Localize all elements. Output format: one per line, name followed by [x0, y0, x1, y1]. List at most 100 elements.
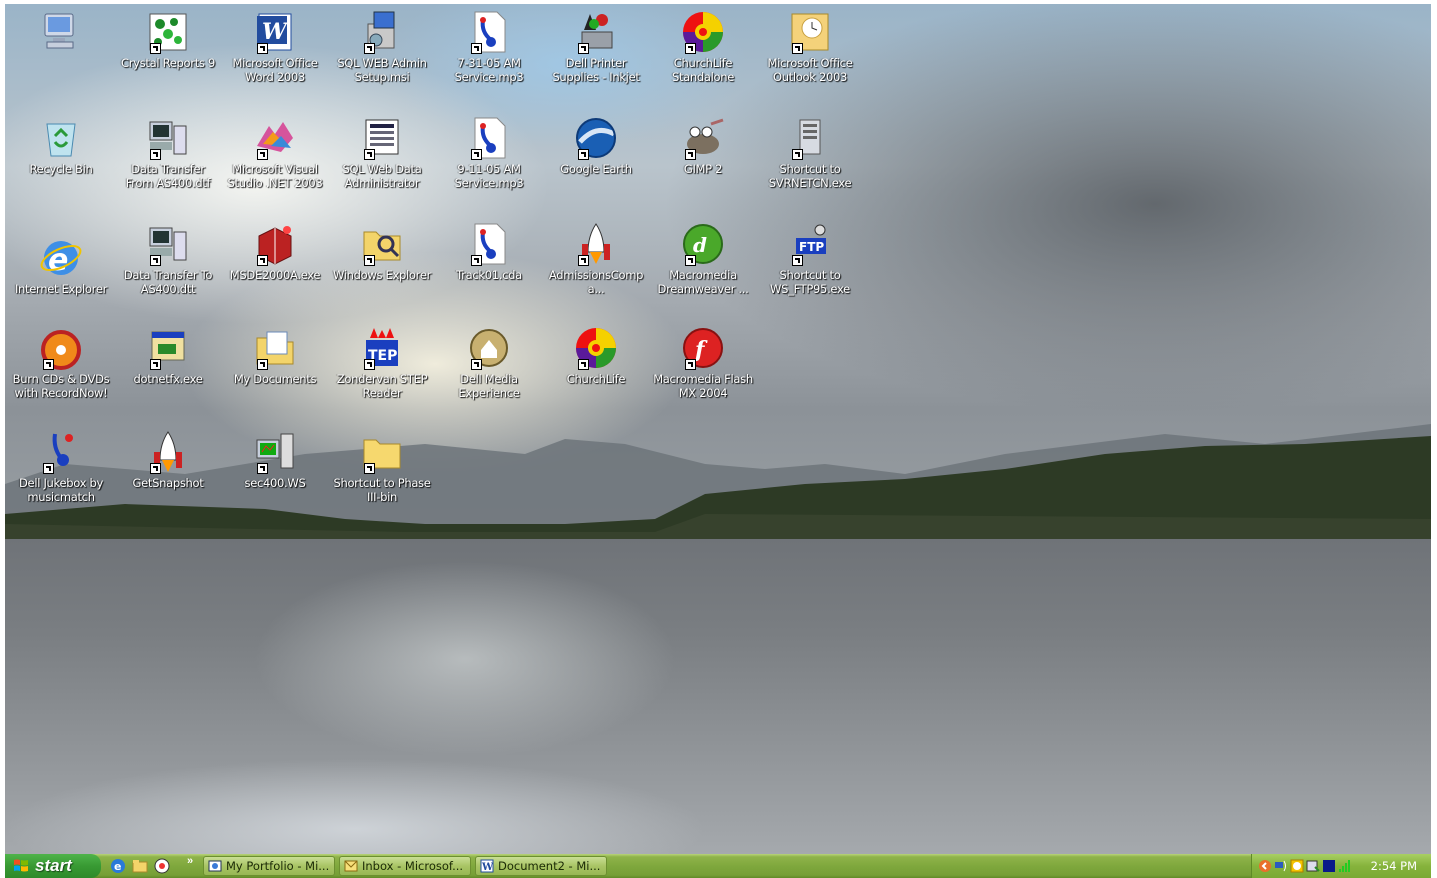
ftp-icon: FTP: [788, 222, 832, 266]
svg-text:e: e: [114, 860, 121, 873]
desktop-icon[interactable]: My Documents: [223, 326, 327, 386]
task-inbox[interactable]: Inbox - Microsof...: [339, 856, 471, 876]
desktop-icon[interactable]: d Macromedia Dreamweaver ...: [651, 222, 755, 296]
dreamweaver-icon: d: [681, 222, 725, 266]
installer-icon: [360, 10, 404, 54]
desktop-icon[interactable]: Microsoft Office Outlook 2003: [758, 10, 862, 84]
shortcut-arrow-icon: [257, 43, 268, 54]
desktop-icon-label: MSDE2000A.exe: [229, 268, 321, 282]
shortcut-arrow-icon: [578, 359, 589, 370]
desktop-icon[interactable]: Burn CDs & DVDs with RecordNow!: [9, 326, 113, 400]
desktop-icon[interactable]: Windows Explorer: [330, 222, 434, 282]
rocket-icon: [146, 430, 190, 474]
desktop-icon[interactable]: Dell Printer Supplies - Inkjet: [544, 10, 648, 84]
display-icon[interactable]: [1322, 858, 1336, 874]
rocket-icon: [574, 222, 618, 266]
visual-studio-icon: [253, 116, 297, 160]
desktop-icon[interactable]: dotnetfx.exe: [116, 326, 220, 386]
desktop-icon-label: Dell Printer Supplies - Inkjet: [552, 56, 640, 84]
shortcut-arrow-icon: [471, 359, 482, 370]
desktop-icon[interactable]: MSDE2000A.exe: [223, 222, 327, 282]
cd-audio-icon: [467, 222, 511, 266]
shortcut-arrow-icon: [685, 43, 696, 54]
shortcut-arrow-icon: [471, 149, 482, 160]
desktop-icon[interactable]: e Internet Explorer: [9, 236, 113, 296]
task-my-portfolio[interactable]: My Portfolio - Mi...: [203, 856, 335, 876]
desktop-icon[interactable]: Dell Media Experience: [437, 326, 541, 400]
desktop-icon[interactable]: 9-11-05 AM Service.mp3: [437, 116, 541, 190]
outlook-icon: [788, 10, 832, 54]
shortcut-arrow-icon: [43, 463, 54, 474]
desktop-icon[interactable]: Recycle Bin: [9, 116, 113, 176]
desktop-icon[interactable]: SQL WEB Admin Setup.msi: [330, 10, 434, 84]
shortcut-arrow-icon: [685, 255, 696, 266]
recordnow-icon: [39, 326, 83, 370]
desktop-icon[interactable]: sec400.WS: [223, 430, 327, 490]
shortcut-arrow-icon: [364, 463, 375, 474]
desktop-icon[interactable]: ChurchLife Standalone: [651, 10, 755, 84]
desktop-icon-label: Dell Media Experience: [458, 372, 520, 400]
desktop-icon-label: ChurchLife Standalone: [671, 56, 735, 84]
data-transfer-icon: [146, 222, 190, 266]
desktop-icon-label: Dell Jukebox by musicmatch: [18, 476, 104, 504]
desktop-icon[interactable]: W Microsoft Office Word 2003: [223, 10, 327, 84]
desktop-icon-label: 7-31-05 AM Service.mp3: [454, 56, 524, 84]
shortcut-arrow-icon: [257, 149, 268, 160]
explorer-quicklaunch-icon[interactable]: [131, 857, 149, 875]
taskbar: start e » My Portfolio - Mi... Inbox - M…: [5, 854, 1431, 878]
desktop-icon-label: ChurchLife: [566, 372, 626, 386]
clock[interactable]: 2:54 PM: [1371, 859, 1417, 873]
safely-remove-icon[interactable]: [1306, 858, 1320, 874]
desktop-icon[interactable]: Microsoft Visual Studio .NET 2003: [223, 116, 327, 190]
desktop-icon[interactable]: Crystal Reports 9: [116, 10, 220, 70]
desktop-icon[interactable]: GetSnapshot: [116, 430, 220, 490]
word-window-icon: W: [480, 859, 494, 873]
desktop-icon-label: Data Transfer From AS400.dtf: [125, 162, 211, 190]
desktop-icon-label: AdmissionsCompa...: [548, 268, 644, 296]
start-button[interactable]: start: [5, 854, 101, 878]
network-icon[interactable]: [1274, 858, 1288, 874]
churchlife-icon: [574, 326, 618, 370]
shortcut-arrow-icon: [364, 359, 375, 370]
google-earth-icon: [574, 116, 618, 160]
desktop-icon[interactable]: Dell Jukebox by musicmatch: [9, 430, 113, 504]
desktop-icon[interactable]: Data Transfer From AS400.dtf: [116, 116, 220, 190]
desktop-icon[interactable]: FTP Shortcut to WS_FTP95.exe: [758, 222, 862, 296]
quick-launch-more-button[interactable]: »: [187, 855, 193, 867]
desktop-background: Crystal Reports 9 W Microsoft Office Word …: [5, 4, 1431, 854]
churchlife-icon: [681, 10, 725, 54]
shortcut-arrow-icon: [364, 43, 375, 54]
my-documents-icon: [253, 326, 297, 370]
desktop-icon[interactable]: f Macromedia Flash MX 2004: [651, 326, 755, 400]
shortcut-arrow-icon: [578, 255, 589, 266]
desktop-icon[interactable]: GIMP 2: [651, 116, 755, 176]
task-document2[interactable]: W Document2 - Mi...: [475, 856, 607, 876]
media-quicklaunch-icon[interactable]: [153, 857, 171, 875]
server-icon: [788, 116, 832, 160]
desktop-icon-label: Zondervan STEP Reader: [336, 372, 428, 400]
lake-wallpaper: [5, 539, 1431, 854]
desktop-icon-label: Shortcut to SVRNETCN.exe: [768, 162, 852, 190]
desktop-icon-label: dotnetfx.exe: [133, 372, 203, 386]
desktop-icon[interactable]: [9, 10, 113, 56]
desktop-icon[interactable]: TEP Zondervan STEP Reader: [330, 326, 434, 400]
desktop-icon-label: Google Earth: [560, 162, 632, 176]
shortcut-arrow-icon: [43, 359, 54, 370]
shortcut-arrow-icon: [150, 359, 161, 370]
signal-strength-icon[interactable]: [1338, 858, 1352, 874]
mp3-icon: [467, 116, 511, 160]
desktop-icon[interactable]: Google Earth: [544, 116, 648, 176]
desktop-icon[interactable]: ChurchLife: [544, 326, 648, 386]
folder-icon: [360, 430, 404, 474]
desktop-icon[interactable]: SQL Web Data Administrator: [330, 116, 434, 190]
desktop-icon[interactable]: Track01.cda: [437, 222, 541, 282]
clock-app-icon[interactable]: [1290, 858, 1304, 874]
desktop-icon[interactable]: 7-31-05 AM Service.mp3: [437, 10, 541, 84]
desktop-icon[interactable]: Shortcut to SVRNETCN.exe: [758, 116, 862, 190]
desktop-icon[interactable]: Data Transfer To AS400.dtt: [116, 222, 220, 296]
my-computer-icon: [39, 10, 83, 54]
ie-quicklaunch-icon[interactable]: e: [109, 857, 127, 875]
desktop-icon[interactable]: Shortcut to Phase III-bin: [330, 430, 434, 504]
desktop-icon[interactable]: AdmissionsCompa...: [544, 222, 648, 296]
tray-expand-icon[interactable]: [1258, 858, 1272, 874]
